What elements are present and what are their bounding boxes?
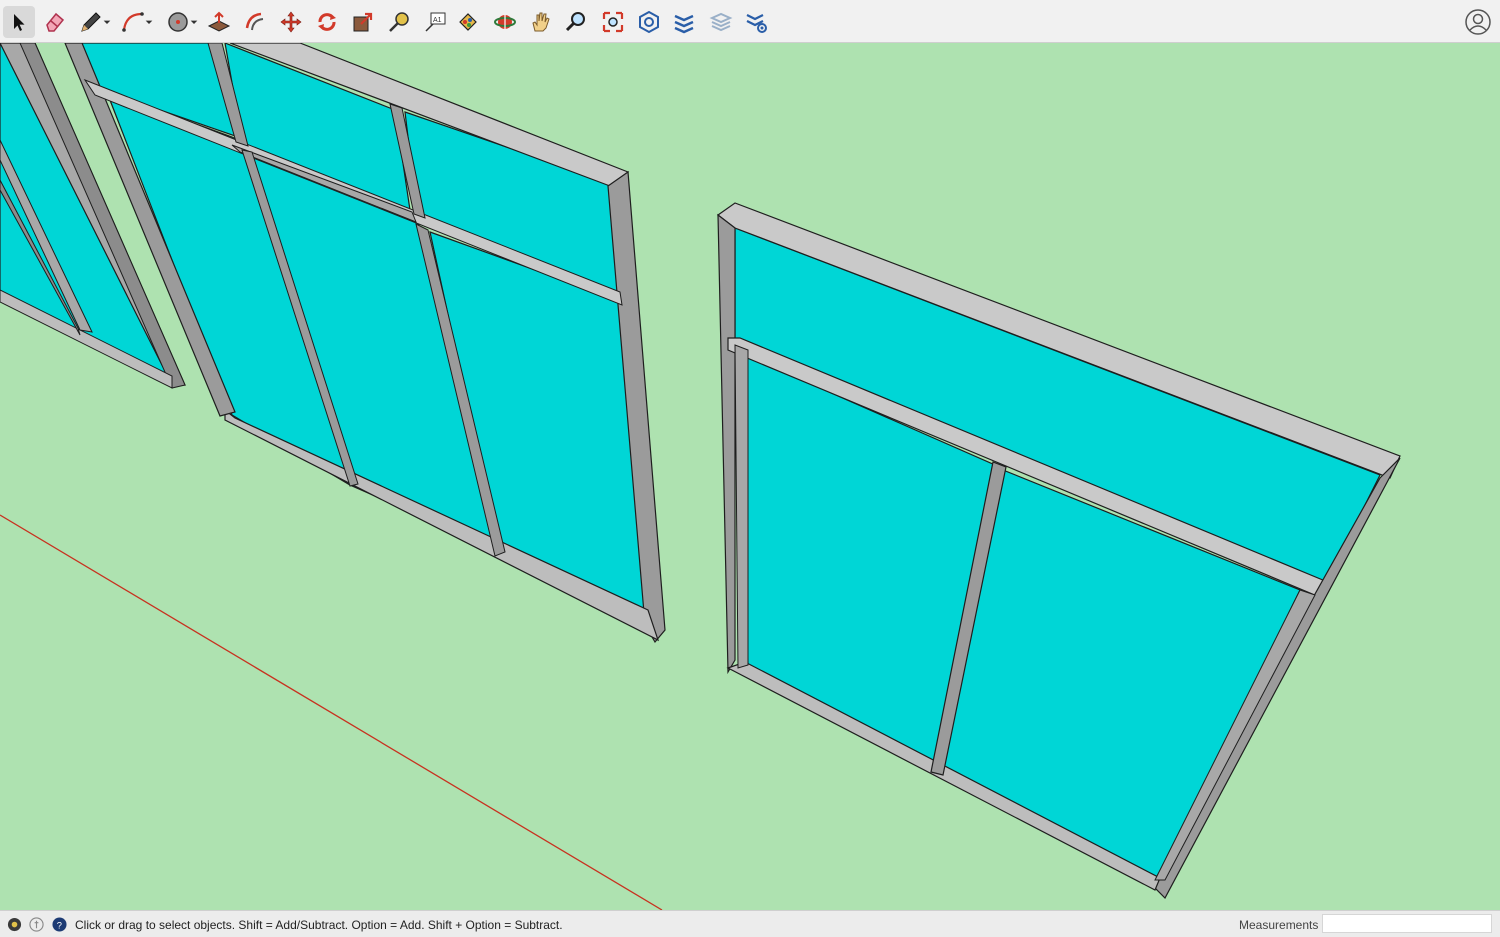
geolocation-icon[interactable] — [7, 917, 22, 932]
select-arrow-icon — [14, 14, 25, 31]
layout-tool[interactable] — [705, 6, 737, 38]
arc-tool[interactable] — [118, 6, 156, 38]
move-tool[interactable] — [275, 6, 307, 38]
svg-text:A1: A1 — [433, 17, 442, 24]
tape-measure-icon — [389, 12, 409, 32]
rotate-icon — [318, 13, 336, 31]
pencil-icon — [81, 12, 101, 32]
scale-tool[interactable] — [347, 6, 379, 38]
paint-bucket-icon — [459, 13, 477, 31]
status-bar: ? Click or drag to select objects. Shift… — [0, 910, 1500, 937]
pan-tool[interactable] — [525, 6, 557, 38]
warehouse-icon — [639, 10, 659, 34]
model-viewport[interactable] — [0, 43, 1500, 910]
push-pull-icon — [207, 11, 231, 32]
paint-bucket-tool[interactable] — [452, 6, 484, 38]
chevron-down-icon — [145, 20, 153, 24]
tape-measure-tool[interactable] — [383, 6, 415, 38]
extension-manager-icon — [746, 14, 767, 33]
orbit-tool[interactable] — [489, 6, 521, 38]
text-tool[interactable]: A1 — [419, 6, 451, 38]
select-tool[interactable] — [3, 6, 35, 38]
help-icon[interactable]: ? — [52, 917, 67, 932]
offset-tool[interactable] — [239, 6, 271, 38]
zoom-tool[interactable] — [560, 6, 592, 38]
main-toolbar: A1 — [0, 0, 1500, 43]
push-pull-tool[interactable] — [203, 6, 235, 38]
extension-warehouse-icon — [674, 14, 694, 34]
offset-icon — [245, 12, 264, 31]
zoom-extents-icon — [602, 11, 624, 33]
scale-icon — [353, 12, 373, 32]
measurements-label: Measurements — [1239, 918, 1319, 932]
user-account-icon[interactable] — [1464, 8, 1492, 36]
line-tool[interactable] — [76, 6, 114, 38]
status-message: Click or drag to select objects. Shift =… — [75, 918, 563, 932]
orbit-icon — [494, 15, 516, 29]
layout-icon — [709, 12, 733, 32]
extension-warehouse-tool[interactable] — [668, 6, 700, 38]
svg-text:?: ? — [57, 920, 62, 930]
zoom-extents-tool[interactable] — [597, 6, 629, 38]
move-icon — [280, 11, 302, 33]
rotate-tool[interactable] — [311, 6, 343, 38]
text-label-icon: A1 — [425, 12, 446, 32]
circle-shape-icon — [168, 12, 188, 32]
chevron-down-icon — [190, 20, 198, 24]
magnifier-icon — [565, 12, 585, 32]
hand-pan-icon — [532, 12, 550, 32]
eraser-icon — [46, 12, 65, 32]
credits-icon[interactable] — [29, 917, 44, 932]
3d-warehouse-tool[interactable] — [633, 6, 665, 38]
arc-icon — [122, 12, 144, 32]
eraser-tool[interactable] — [39, 6, 71, 38]
chevron-down-icon — [103, 20, 111, 24]
extension-manager-tool[interactable] — [740, 6, 772, 38]
shape-tool[interactable] — [163, 6, 201, 38]
model-canvas[interactable] — [0, 43, 1500, 910]
measurements-input[interactable] — [1322, 914, 1492, 933]
